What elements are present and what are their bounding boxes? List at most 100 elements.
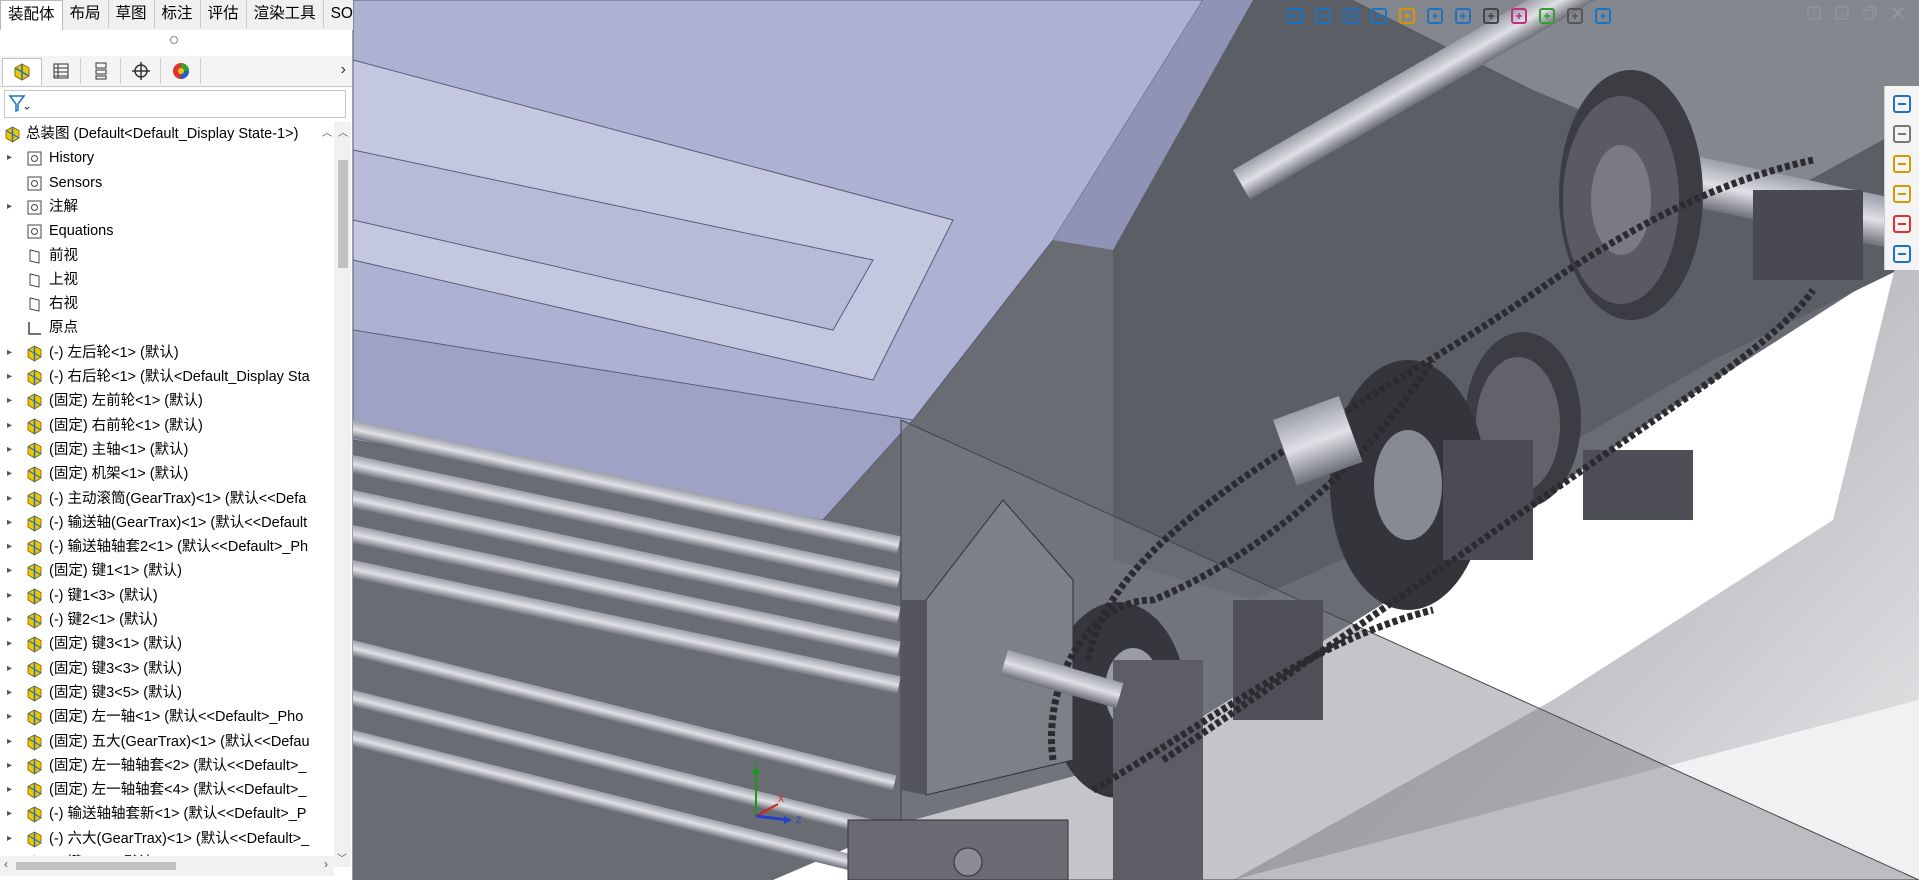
expand-arrow-icon[interactable]: ▸ [7,608,17,632]
scroll-thumb[interactable] [338,160,348,268]
tree-item[interactable]: ▸ (固定) 右前轮<1> (默认) [0,414,334,438]
dynamic-annotation-icon[interactable] [1395,4,1419,28]
tree-item[interactable]: ▸ (固定) 五大(GearTrax)<1> (默认<<Defau [0,730,334,754]
expand-arrow-icon[interactable]: ▸ [7,778,17,802]
tree-item[interactable]: 右视 [0,292,334,316]
tree-root-item[interactable]: 总装图 (Default<Default_Display State-1>) ︿ [0,122,334,146]
view-orientation-icon[interactable] [1423,4,1447,28]
tree-item[interactable]: ▸ (固定) 左一轴<1> (默认<<Default>_Pho [0,705,334,729]
expand-arrow-icon[interactable]: ▸ [7,414,17,438]
expand-arrow-icon[interactable]: ▸ [7,705,17,729]
tree-item[interactable]: ▸ (固定) 左一轴轴套<4> (默认<<Default>_ [0,778,334,802]
expand-arrow-icon[interactable]: ▸ [7,146,17,170]
tree-item[interactable]: ▸ (-) 右后轮<1> (默认<Default_Display Sta [0,365,334,389]
scroll-left-arrow[interactable]: ‹ [4,857,8,871]
expand-arrow-icon[interactable]: ▸ [7,632,17,656]
zoom-to-fit-icon[interactable] [1283,4,1307,28]
expand-arrow-icon[interactable]: ▸ [7,559,17,583]
apply-scene-icon[interactable] [1535,4,1559,28]
section-view-icon[interactable] [1367,4,1391,28]
realview-icon[interactable] [1591,4,1615,28]
view-palette-icon[interactable] [1892,184,1912,204]
collapse-tree-icon[interactable]: ︿ [322,122,332,146]
tree-item[interactable]: ▸ (固定) 机架<1> (默认) [0,462,334,486]
feature-manager-tab[interactable] [2,58,42,85]
scroll-up-arrow[interactable]: ︿ [338,124,348,139]
design-library-icon[interactable] [1892,124,1912,144]
tree-item[interactable]: ▸ (-) 六大(GearTrax)<1> (默认<<Default>_ [0,827,334,851]
appearances-icon[interactable] [1892,214,1912,234]
hide-show-icon[interactable] [1479,4,1503,28]
tree-item[interactable]: ▸ (-) 主动滚筒(GearTrax)<1> (默认<<Defa [0,487,334,511]
tree-item[interactable]: ▸ (-) 输送轴(GearTrax)<1> (默认<<Default [0,511,334,535]
tree-item[interactable]: ▸ (固定) 左一轴轴套<2> (默认<<Default>_ [0,754,334,778]
tree-filter-input[interactable] [4,90,346,118]
scroll-down-arrow[interactable]: ﹀ [337,850,347,865]
hscroll-thumb[interactable] [16,862,176,870]
tab-0[interactable]: 装配体 [0,0,63,31]
edit-appearance-icon[interactable] [1507,4,1531,28]
tree-item[interactable]: ▸ 注解 [0,195,334,219]
tree-item[interactable]: 上视 [0,268,334,292]
tree-item[interactable]: ▸ (固定) 键3<1> (默认) [0,632,334,656]
tree-item[interactable]: ▸ (固定) 键3<3> (默认) [0,657,334,681]
home-icon[interactable] [1892,94,1912,114]
expand-arrow-icon[interactable]: ▸ [7,681,17,705]
tree-item[interactable]: ▸ (-) 键1<3> (默认) [0,584,334,608]
expand-arrow-icon[interactable]: ▸ [7,511,17,535]
file-explorer-icon[interactable] [1892,154,1912,174]
expand-arrow-icon[interactable]: ▸ [7,195,17,219]
expand-arrow-icon[interactable]: ▸ [7,754,17,778]
close-window-icon[interactable] [1891,6,1905,20]
tree-item[interactable]: 原点 [0,316,334,340]
more-tabs-arrow[interactable]: › [341,61,346,79]
property-manager-tab[interactable] [42,58,81,84]
tab-5[interactable]: 渲染工具 [247,0,324,28]
expand-arrow-icon[interactable]: ▸ [7,389,17,413]
tree-item[interactable]: ▸ History [0,146,334,170]
scroll-right-arrow[interactable]: › [324,857,328,871]
expand-arrow-icon[interactable]: ▸ [7,827,17,851]
configuration-manager-tab[interactable] [82,58,121,84]
tree-item[interactable]: ▸ (-) 输送轴轴套新<1> (默认<<Default>_P [0,802,334,826]
minimize-window-icon[interactable] [1835,6,1849,20]
tree-item[interactable]: 前视 [0,244,334,268]
expand-arrow-icon[interactable]: ▸ [7,584,17,608]
expand-arrow-icon[interactable]: ▸ [7,365,17,389]
display-manager-tab[interactable] [162,58,201,84]
tab-4[interactable]: 评估 [201,0,247,28]
custom-properties-icon[interactable] [1892,244,1912,264]
tree-item[interactable]: Sensors [0,171,334,195]
display-style-icon[interactable] [1451,4,1475,28]
restore-window-icon[interactable] [1863,6,1877,20]
panel-collapse-handle[interactable] [170,36,178,44]
tree-item[interactable]: ▸ (固定) 键3<5> (默认) [0,681,334,705]
tree-vertical-scrollbar[interactable]: ︿ ﹀ [334,122,351,867]
previous-view-icon[interactable] [1339,4,1363,28]
expand-arrow-icon[interactable]: ▸ [7,462,17,486]
tab-1[interactable]: 布局 [63,0,109,28]
expand-arrow-icon[interactable]: ▸ [7,341,17,365]
tree-item[interactable]: ▸ (-) 左后轮<1> (默认) [0,341,334,365]
expand-arrow-icon[interactable]: ▸ [7,657,17,681]
zoom-area-icon[interactable] [1311,4,1335,28]
tree-item[interactable]: ▸ (-) 输送轴轴套2<1> (默认<<Default>_Ph [0,535,334,559]
tree-item[interactable]: Equations [0,219,334,243]
expand-arrow-icon[interactable]: ▸ [7,535,17,559]
tree-horizontal-scrollbar[interactable]: ‹ › [0,856,334,876]
expand-arrow-icon[interactable]: ▸ [7,802,17,826]
expand-arrow-icon[interactable]: ▸ [7,438,17,462]
dimxpert-manager-tab[interactable] [122,58,161,84]
tab-2[interactable]: 草图 [109,0,155,28]
expand-arrow-icon[interactable]: ▸ [7,487,17,511]
tab-3[interactable]: 标注 [155,0,201,28]
tile-window-icon[interactable] [1807,6,1821,20]
tree-item[interactable]: ▸ (固定) 左前轮<1> (默认) [0,389,334,413]
tree-item[interactable]: ▸ (-) 键2<1> (默认) [0,608,334,632]
configuration-manager-icon [95,62,107,80]
tree-item[interactable]: ▸ (固定) 主轴<1> (默认) [0,438,334,462]
view-settings-icon[interactable] [1563,4,1587,28]
tree-item[interactable]: ▸ (固定) 键1<1> (默认) [0,559,334,583]
graphics-area[interactable]: Y X Z [353,0,1919,880]
expand-arrow-icon[interactable]: ▸ [7,730,17,754]
